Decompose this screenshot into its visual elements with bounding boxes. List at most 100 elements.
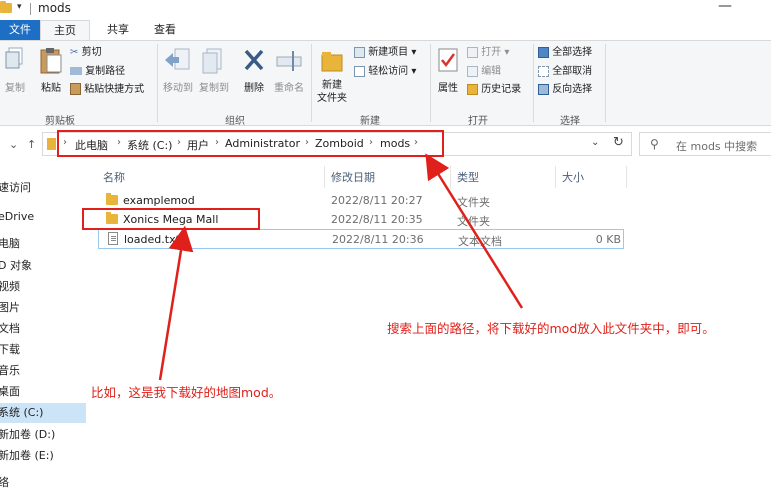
nav-item-label: 桌面 [0, 385, 20, 398]
select-none-button[interactable]: 全部取消 [538, 64, 592, 80]
nav-item-3d-objects[interactable]: D 对象 [0, 256, 86, 276]
column-header-type[interactable]: 类型 [457, 169, 479, 185]
open-group-label: 打开 [468, 116, 488, 127]
tab-home[interactable]: 主页 [40, 20, 90, 41]
nav-item-desktop[interactable]: 桌面 [0, 382, 86, 402]
tab-file[interactable]: 文件 [0, 20, 40, 41]
group-separator [311, 44, 312, 122]
nav-item-label: 速访问 [0, 181, 31, 194]
nav-item-volume-e[interactable]: 新加卷 (E:) [0, 446, 86, 466]
rename-label: 重命名 [274, 83, 304, 94]
paste-shortcut-button[interactable]: 粘贴快捷方式 [70, 82, 144, 98]
clipboard-group-label: 剪贴板 [45, 116, 75, 127]
open-icon [467, 46, 478, 58]
path-highlight-box [57, 130, 444, 157]
invert-selection-label: 反向选择 [552, 84, 593, 95]
select-none-icon [538, 65, 549, 77]
nav-item-label: 电脑 [0, 237, 20, 250]
new-item-button[interactable]: 新建项目 ▾ [354, 45, 416, 61]
delete-button[interactable]: 删除 [239, 47, 269, 95]
organize-group-label: 组织 [225, 116, 245, 127]
move-to-label: 移动到 [163, 83, 193, 94]
folder-icon [47, 138, 56, 150]
file-type: 文件夹 [457, 196, 490, 209]
nav-item-onedrive[interactable]: eDrive [0, 207, 86, 227]
properties-check-icon [438, 48, 458, 72]
nav-item-music[interactable]: 音乐 [0, 361, 86, 381]
tab-share[interactable]: 共享 [96, 20, 140, 41]
nav-item-label: 下载 [0, 343, 20, 356]
edit-icon [467, 65, 478, 77]
file-type: 文件夹 [457, 215, 490, 228]
copy-path-button[interactable]: 复制路径 [70, 64, 125, 80]
tab-view[interactable]: 查看 [140, 20, 190, 41]
properties-button[interactable]: 属性 [434, 47, 462, 95]
nav-item-pictures[interactable]: 图片 [0, 298, 86, 318]
nav-item-documents[interactable]: 文档 [0, 319, 86, 339]
open-button[interactable]: 打开 ▾ [467, 45, 509, 61]
easy-access-button[interactable]: 轻松访问 ▾ [354, 64, 416, 80]
ribbon-tabs: 文件 主页 共享 查看 [0, 20, 771, 41]
easy-access-icon [354, 65, 365, 77]
invert-selection-button[interactable]: 反向选择 [538, 82, 592, 98]
file-row[interactable]: loaded.txt 2022/8/11 20:36 文本文档 0 KB [98, 229, 624, 249]
search-box[interactable]: ⚲ 在 mods 中搜索 [639, 132, 771, 156]
clipboard-icon [40, 48, 62, 74]
nav-item-label: 系统 (C:) [0, 406, 44, 419]
group-separator [157, 44, 158, 122]
column-header-size[interactable]: 大小 [562, 169, 584, 185]
refresh-icon[interactable]: ↻ [613, 135, 624, 150]
column-header-date[interactable]: 修改日期 [331, 169, 375, 185]
move-to-icon [165, 48, 190, 70]
nav-item-label: 文档 [0, 322, 20, 335]
text-file-icon [108, 232, 118, 245]
nav-item-label: eDrive [0, 210, 35, 223]
window-title: mods [38, 1, 71, 15]
new-folder-label-2: 文件夹 [317, 93, 347, 104]
nav-item-label: 音乐 [0, 364, 20, 377]
history-button[interactable]: 历史记录 [467, 82, 521, 98]
address-history-dropdown-icon[interactable]: ⌄ [591, 137, 599, 148]
nav-item-downloads[interactable]: 下载 [0, 340, 86, 360]
nav-item-label: 络 [0, 476, 9, 488]
edit-button[interactable]: 编辑 [467, 64, 501, 80]
move-to-button[interactable]: 移动到 [161, 47, 195, 95]
group-separator [605, 44, 606, 122]
select-none-label: 全部取消 [552, 66, 593, 77]
nav-item-this-pc[interactable]: 电脑 [0, 234, 86, 254]
cut-button[interactable]: ✂ 剪切 [70, 45, 102, 61]
copy-button[interactable]: 复制 [2, 47, 28, 95]
ribbon: 复制 粘贴 ✂ 剪切 复制路径 粘贴快捷方式 剪贴板 移动到 复制到 删除 重命… [0, 40, 771, 127]
file-name: examplemod [123, 194, 195, 207]
nav-item-quick-access[interactable]: 速访问 [0, 178, 86, 198]
rename-button[interactable]: 重命名 [272, 47, 306, 95]
nav-item-videos[interactable]: 视频 [0, 277, 86, 297]
column-divider[interactable] [450, 166, 451, 188]
minimize-button[interactable]: — [718, 0, 732, 14]
title-bar: ▾ mods — [0, 0, 771, 20]
new-folder-button[interactable]: 新建 文件夹 [315, 47, 349, 105]
new-item-icon [354, 46, 365, 58]
mod-folder-highlight-box [82, 208, 260, 230]
paste-button[interactable]: 粘贴 [36, 47, 66, 95]
new-folder-label: 新建 [322, 80, 342, 91]
nav-item-network[interactable]: 络 [0, 473, 86, 488]
copy-path-icon [70, 67, 82, 75]
copy-to-button[interactable]: 复制到 [197, 47, 231, 95]
quick-access-dropdown-icon[interactable]: ▾ [17, 2, 22, 12]
new-item-label: 新建项目 [368, 47, 409, 58]
column-divider[interactable] [626, 166, 627, 188]
invert-selection-icon [538, 83, 549, 95]
up-arrow-icon[interactable]: ↑ [27, 138, 36, 151]
column-header-name[interactable]: 名称 [103, 169, 125, 185]
column-divider[interactable] [324, 166, 325, 188]
select-all-button[interactable]: 全部选择 [538, 45, 592, 61]
copy-to-label: 复制到 [199, 83, 229, 94]
nav-item-system-c[interactable]: 系统 (C:) [0, 403, 86, 423]
nav-item-volume-d[interactable]: 新加卷 (D:) [0, 425, 86, 445]
recent-locations-chevron-icon[interactable]: ⌄ [9, 138, 18, 151]
search-input[interactable]: 在 mods 中搜索 [676, 138, 757, 154]
path-instruction-annotation: 搜索上面的路径，将下载好的mod放入此文件夹中，即可。 [387, 321, 715, 336]
column-divider[interactable] [555, 166, 556, 188]
folder-icon [0, 1, 12, 13]
